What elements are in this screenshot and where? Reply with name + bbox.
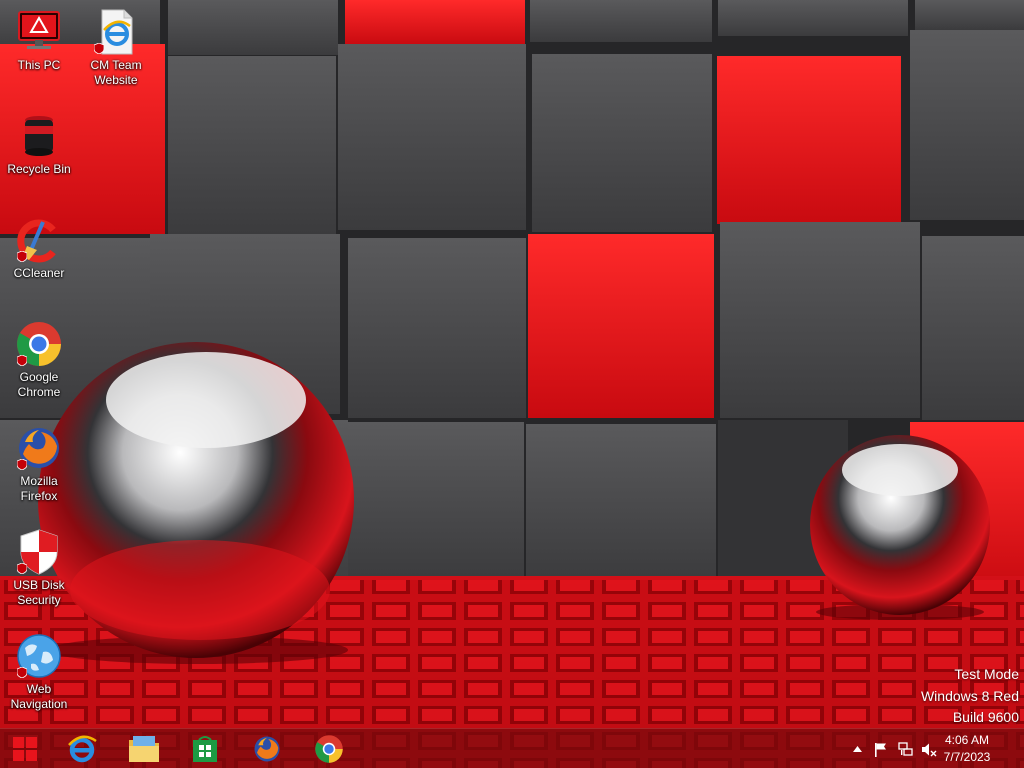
uac-shield-icon — [94, 43, 104, 54]
desktop-icon-mozilla-firefox[interactable]: Mozilla Firefox — [1, 424, 77, 504]
desktop-icon-label: Google Chrome — [17, 370, 61, 399]
desktop-icon-recycle-bin[interactable]: Recycle Bin — [1, 112, 77, 177]
desktop-icon-label: This PC — [17, 58, 61, 72]
action-center-button[interactable] — [872, 729, 890, 768]
desktop-icon-usb-disk-security[interactable]: USB Disk Security — [1, 528, 77, 608]
network-button[interactable] — [897, 729, 915, 768]
windows-start-icon — [13, 737, 37, 761]
taskbar-firefox-button[interactable] — [239, 731, 295, 767]
desktop-icon-google-chrome[interactable]: Google Chrome — [1, 320, 77, 400]
desktop-icon-web-navigation[interactable]: Web Navigation — [1, 632, 77, 712]
internet-explorer-icon — [68, 735, 97, 763]
windows-store-icon — [193, 736, 217, 762]
computer-icon — [15, 8, 63, 56]
desktop-icon-label: Web Navigation — [10, 682, 68, 711]
desktop-icon-label: Recycle Bin — [7, 162, 71, 176]
flag-icon — [875, 742, 886, 757]
clock-time: 4:06 AM — [944, 733, 990, 747]
uac-shield-icon — [17, 459, 27, 470]
desktop-icon-label: USB Disk Security — [13, 578, 65, 607]
taskbar: 4:06 AM 7/7/2023 — [0, 728, 1024, 768]
desktop-icon-cm-team-website[interactable]: CM Team Website — [78, 8, 154, 88]
chrome-icon — [315, 735, 343, 763]
firefox-icon — [254, 736, 280, 762]
desktop-icon-this-pc[interactable]: This PC — [1, 8, 77, 73]
taskbar-chrome-button[interactable] — [301, 731, 357, 767]
desktop-icon-label: CM Team Website — [90, 58, 142, 87]
usb-disk-security-icon — [15, 528, 63, 576]
taskbar-clock[interactable]: 4:06 AM 7/7/2023 — [932, 732, 1002, 766]
uac-shield-icon — [17, 251, 27, 262]
watermark-line-3: Build 9600 — [952, 709, 1019, 725]
globe-icon — [15, 632, 63, 680]
uac-shield-icon — [17, 563, 27, 574]
chevron-up-icon — [852, 746, 862, 752]
watermark-line-2: Windows 8 Red — [920, 687, 1019, 704]
test-mode-watermark: Test Mode Windows 8 Red Build 9600 — [921, 664, 1019, 729]
desktop-icon-label: Mozilla Firefox — [20, 474, 58, 503]
start-button[interactable] — [0, 731, 50, 767]
show-hidden-icons-button[interactable] — [850, 729, 864, 768]
ccleaner-icon — [15, 216, 63, 264]
taskbar-file-explorer-button[interactable] — [116, 731, 172, 767]
network-icon — [898, 741, 913, 756]
uac-shield-icon — [17, 667, 27, 678]
watermark-line-1: Test Mode — [954, 666, 1019, 682]
desktop[interactable]: This PC CM Team Website Recycle Bin CCle… — [0, 0, 1024, 768]
internet-explorer-file-icon — [92, 8, 140, 56]
taskbar-internet-explorer-button[interactable] — [54, 731, 110, 767]
firefox-icon — [15, 424, 63, 472]
recycle-bin-icon — [15, 112, 63, 160]
desktop-icon-ccleaner[interactable]: CCleaner — [1, 216, 77, 281]
chrome-icon — [15, 320, 63, 368]
uac-shield-icon — [17, 355, 27, 366]
clock-date: 7/7/2023 — [943, 750, 991, 764]
desktop-icon-label: CCleaner — [13, 266, 65, 280]
wallpaper — [0, 0, 1024, 768]
taskbar-windows-store-button[interactable] — [177, 731, 233, 767]
file-explorer-icon — [129, 736, 159, 762]
